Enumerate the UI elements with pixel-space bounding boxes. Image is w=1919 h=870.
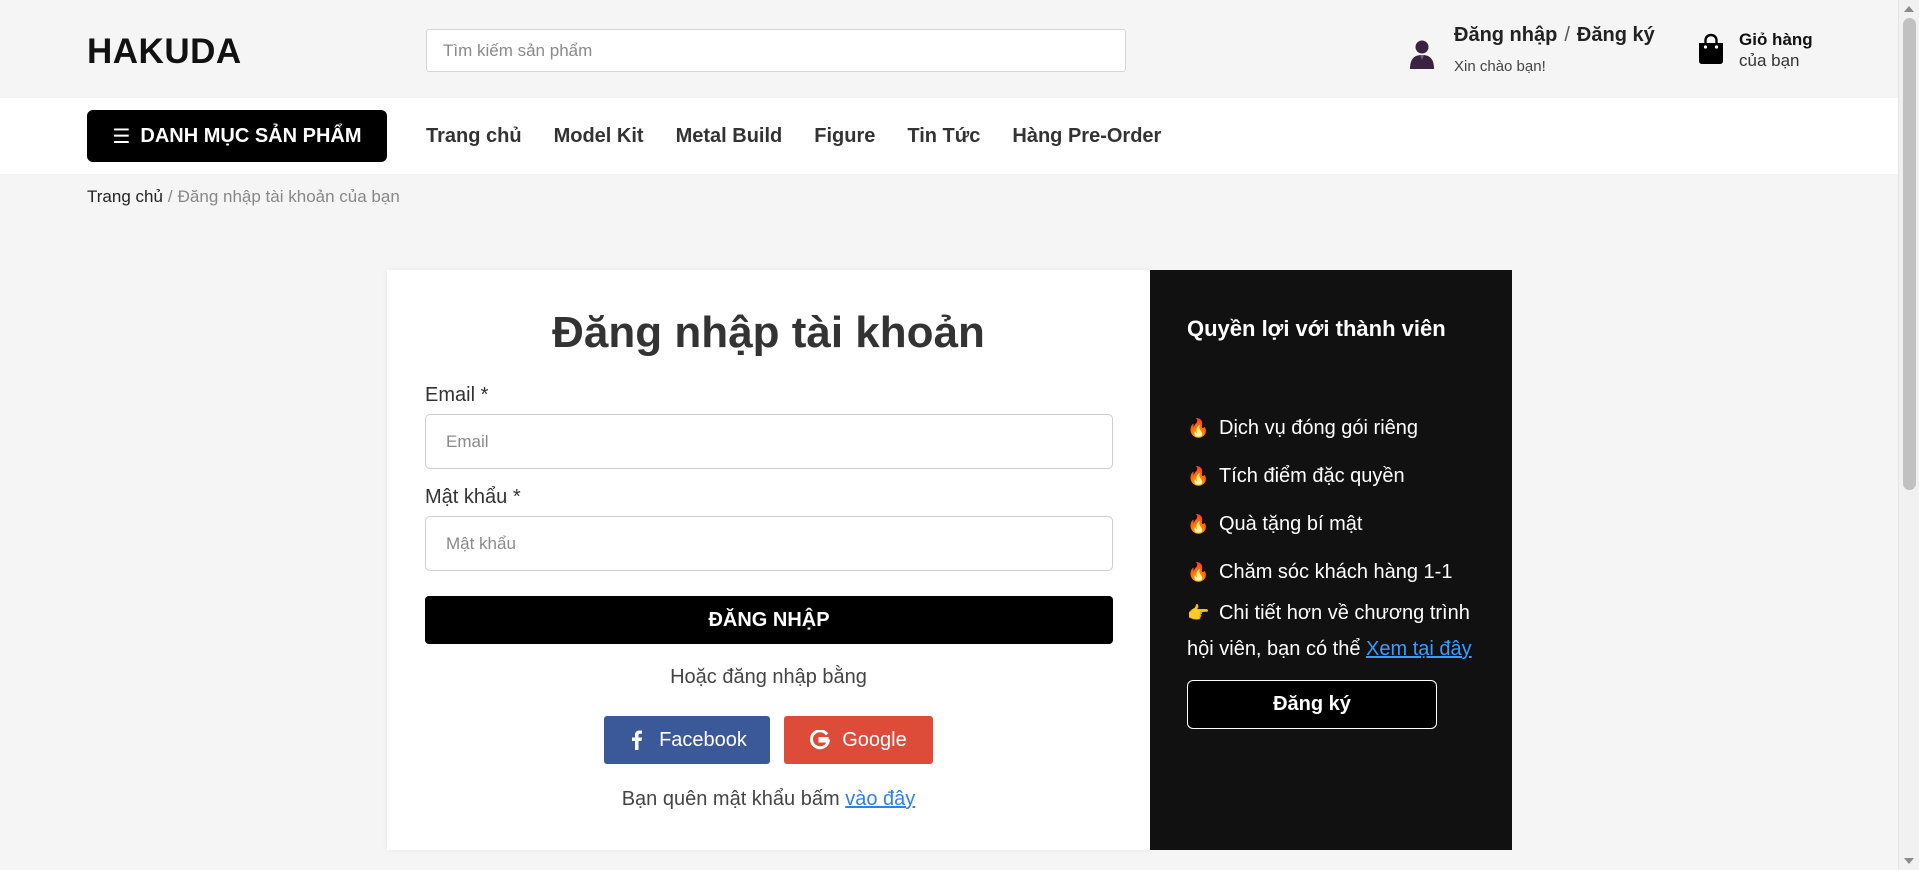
site-logo[interactable]: HAKUDA	[87, 32, 242, 72]
cart-subtitle: của bạn	[1739, 51, 1800, 70]
google-login-button[interactable]: Google	[784, 716, 933, 764]
benefit-item: 🔥 Dịch vụ đóng gói riêng	[1187, 404, 1452, 452]
forgot-password-link[interactable]: vào đây	[845, 788, 915, 810]
shopping-bag-icon	[1699, 33, 1723, 64]
benefit-detail-link[interactable]: Xem tại đây	[1366, 638, 1472, 660]
password-field[interactable]	[425, 516, 1113, 571]
benefit-text: Chăm sóc khách hàng 1-1	[1219, 560, 1453, 583]
main-nav: ☰ DANH MỤC SẢN PHẨM Trang chủ Model Kit …	[0, 98, 1898, 174]
member-benefits-panel: Quyền lợi với thành viên 🔥 Dịch vụ đóng …	[1150, 270, 1512, 850]
register-button[interactable]: Đăng ký	[1187, 680, 1437, 729]
fire-icon: 🔥	[1187, 465, 1210, 486]
benefit-item: 🔥 Quà tặng bí mật	[1187, 500, 1452, 548]
forgot-password-prefix: Bạn quên mật khẩu bấm	[621, 788, 840, 810]
nav-item-news[interactable]: Tin Tức	[907, 125, 980, 148]
login-link[interactable]: Đăng nhập	[1454, 24, 1557, 46]
page-scrollbar[interactable]	[1898, 0, 1919, 870]
nav-item-home[interactable]: Trang chủ	[426, 125, 522, 148]
fire-icon: 🔥	[1187, 561, 1210, 582]
search-box[interactable]	[426, 29, 1126, 72]
search-input[interactable]	[427, 30, 1125, 71]
nav-item-metal-build[interactable]: Metal Build	[676, 125, 783, 148]
login-submit-button[interactable]: ĐĂNG NHẬP	[425, 596, 1113, 644]
benefits-title: Quyền lợi với thành viên	[1187, 316, 1446, 341]
scroll-up-arrow-icon[interactable]	[1904, 6, 1914, 12]
breadcrumb-home[interactable]: Trang chủ	[87, 187, 163, 206]
breadcrumb-current: Đăng nhập tài khoản của bạn	[177, 187, 400, 206]
account-links: Đăng nhập / Đăng ký	[1454, 24, 1655, 47]
register-link[interactable]: Đăng ký	[1577, 24, 1655, 46]
password-label: Mật khẩu *	[425, 486, 521, 508]
account-separator: /	[1564, 24, 1570, 46]
benefit-text: Dịch vụ đóng gói riêng	[1219, 416, 1419, 439]
benefit-text: Quà tặng bí mật	[1219, 512, 1363, 535]
facebook-icon	[632, 730, 643, 750]
facebook-label: Facebook	[659, 728, 747, 751]
email-field[interactable]	[425, 414, 1113, 469]
fire-icon: 🔥	[1187, 417, 1210, 438]
cart-title: Giỏ hàng	[1739, 30, 1813, 49]
password-input[interactable]	[426, 517, 1112, 570]
fire-icon: 🔥	[1187, 513, 1210, 534]
top-header: HAKUDA Đăng nhập / Đăng ký Xin chào bạn! G…	[0, 0, 1898, 98]
alt-login-text: Hoặc đăng nhập bằng	[670, 666, 867, 688]
benefits-list: 🔥 Dịch vụ đóng gói riêng 🔥 Tích điểm đặc…	[1187, 404, 1452, 596]
benefit-detail: 👉 Chi tiết hơn về chương trình hội viên,…	[1187, 595, 1487, 667]
forgot-password-text: Bạn quên mật khẩu bấm vào đây	[387, 788, 1150, 811]
benefit-item: 🔥 Tích điểm đặc quyền	[1187, 452, 1452, 500]
benefit-text: Tích điểm đặc quyền	[1219, 464, 1405, 487]
google-label: Google	[842, 728, 907, 751]
breadcrumb: Trang chủ / Đăng nhập tài khoản của bạn	[87, 187, 400, 207]
nav-menu: Trang chủ Model Kit Metal Build Figure T…	[426, 125, 1161, 148]
facebook-login-button[interactable]: Facebook	[604, 716, 770, 764]
hamburger-icon: ☰	[112, 125, 131, 148]
scroll-down-arrow-icon[interactable]	[1904, 858, 1914, 864]
breadcrumb-separator: /	[167, 187, 173, 206]
nav-item-figure[interactable]: Figure	[814, 125, 875, 148]
pointing-hand-icon: 👉	[1187, 603, 1210, 623]
login-card: Đăng nhập tài khoản Email * Mật khẩu * Đ…	[387, 270, 1150, 850]
scroll-thumb[interactable]	[1903, 18, 1916, 490]
nav-item-pre-order[interactable]: Hàng Pre-Order	[1012, 125, 1161, 148]
email-input[interactable]	[426, 415, 1112, 468]
user-icon[interactable]	[1406, 38, 1438, 70]
login-title: Đăng nhập tài khoản	[552, 308, 985, 357]
email-label: Email *	[425, 384, 489, 406]
category-button-label: DANH MỤC SẢN PHẨM	[140, 124, 362, 147]
social-login-row: Facebook Google	[387, 716, 1150, 764]
nav-item-model-kit[interactable]: Model Kit	[554, 125, 644, 148]
benefit-item: 🔥 Chăm sóc khách hàng 1-1	[1187, 548, 1452, 596]
category-menu-button[interactable]: ☰ DANH MỤC SẢN PHẨM	[87, 110, 387, 162]
greeting-text: Xin chào bạn!	[1454, 58, 1546, 75]
google-icon	[810, 730, 831, 750]
